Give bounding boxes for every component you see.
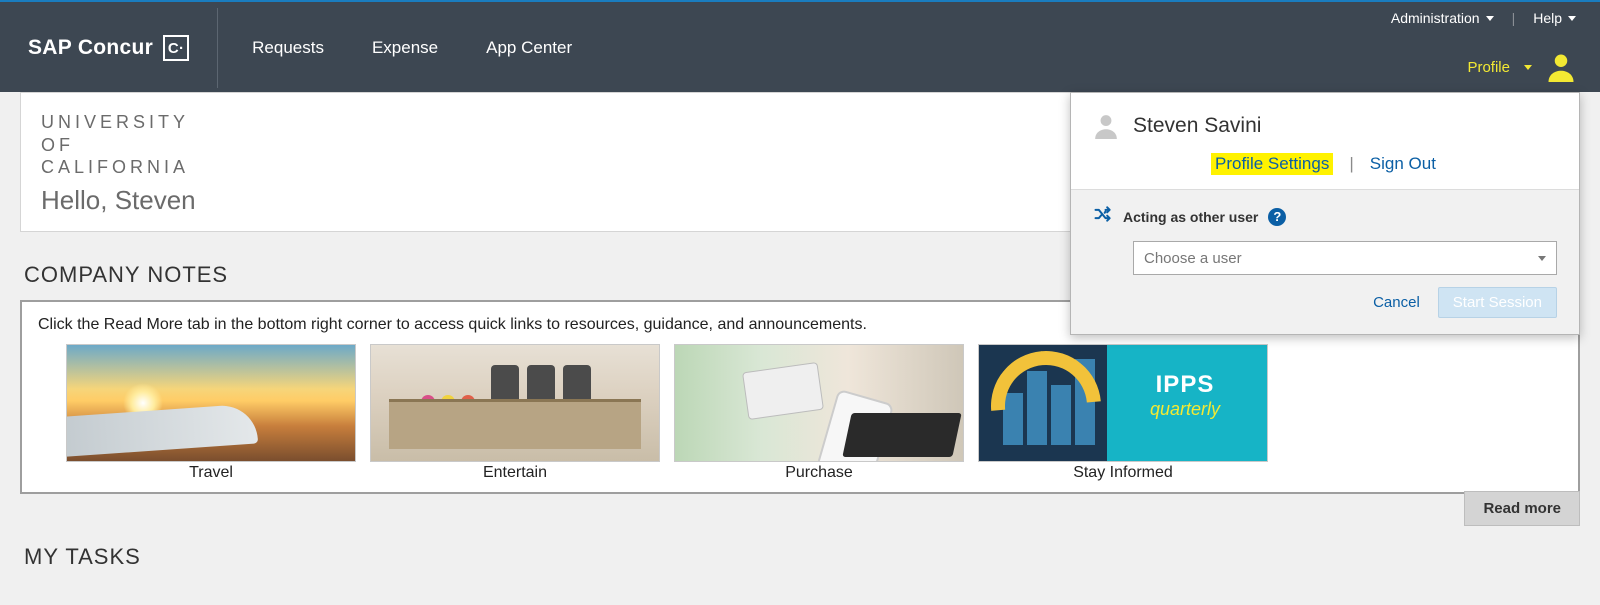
profile-trigger[interactable]: Profile	[1467, 52, 1576, 82]
shuffle-icon	[1093, 204, 1113, 229]
profile-dropdown-header: Steven Savini Profile Settings | Sign Ou…	[1071, 93, 1579, 189]
acting-as-header: Acting as other user ?	[1093, 204, 1557, 229]
chevron-down-icon	[1568, 16, 1576, 21]
hero-greeting: UNIVERSITY OF CALIFORNIA Hello, Steven	[21, 93, 1129, 231]
cancel-button[interactable]: Cancel	[1373, 294, 1420, 311]
help-menu[interactable]: Help	[1533, 10, 1576, 26]
tile-stay-informed[interactable]: IPPS quarterly Stay Informed	[978, 344, 1268, 482]
tile-entertain[interactable]: Entertain	[370, 344, 660, 482]
separator: |	[1512, 10, 1516, 26]
tile-image: IPPS quarterly	[978, 344, 1268, 462]
user-avatar-icon	[1093, 113, 1119, 139]
brand[interactable]: SAP Concur C·	[0, 19, 217, 77]
chevron-down-icon	[1538, 256, 1546, 261]
read-more-button[interactable]: Read more	[1464, 491, 1580, 526]
profile-links: Profile Settings | Sign Out	[1093, 153, 1557, 175]
user-avatar-icon	[1546, 52, 1576, 82]
brand-logo-icon: C·	[163, 35, 189, 61]
acting-as-label: Acting as other user	[1123, 209, 1258, 225]
tile-travel[interactable]: Travel	[66, 344, 356, 482]
tile-label: Stay Informed	[978, 464, 1268, 482]
nav-expense[interactable]: Expense	[372, 38, 438, 58]
administration-label: Administration	[1391, 10, 1480, 26]
sign-out-link[interactable]: Sign Out	[1370, 154, 1436, 174]
my-tasks-heading: MY TASKS	[24, 544, 1580, 570]
chevron-down-icon	[1524, 65, 1532, 70]
primary-nav: Requests Expense App Center	[224, 38, 572, 58]
start-session-button[interactable]: Start Session	[1438, 287, 1557, 318]
top-bar: Administration | Help SAP Concur C· Requ…	[0, 0, 1600, 92]
greeting-text: Hello, Steven	[41, 185, 1105, 216]
choose-user-placeholder: Choose a user	[1144, 250, 1242, 267]
brand-text: SAP Concur	[28, 36, 153, 60]
acting-as-section: Acting as other user ? Choose a user Can…	[1071, 189, 1579, 334]
nav-app-center[interactable]: App Center	[486, 38, 572, 58]
ipps-subtitle: quarterly	[1111, 399, 1259, 420]
separator: |	[1349, 154, 1353, 174]
profile-settings-link[interactable]: Profile Settings	[1211, 153, 1333, 175]
tiles-row: Travel Entertain Purchase	[38, 344, 1562, 482]
administration-menu[interactable]: Administration	[1391, 10, 1494, 26]
tile-label: Purchase	[674, 464, 964, 482]
org-line: OF	[41, 134, 1105, 157]
tile-image	[66, 344, 356, 462]
org-line: CALIFORNIA	[41, 156, 1105, 179]
org-name: UNIVERSITY OF CALIFORNIA	[41, 111, 1105, 179]
choose-user-select[interactable]: Choose a user	[1133, 241, 1557, 275]
help-icon[interactable]: ?	[1268, 208, 1286, 226]
nav-separator	[217, 8, 218, 88]
profile-user-name: Steven Savini	[1133, 114, 1261, 138]
tile-purchase[interactable]: Purchase	[674, 344, 964, 482]
ipps-title: IPPS	[1111, 371, 1259, 399]
profile-user-row: Steven Savini	[1093, 113, 1557, 139]
help-label: Help	[1533, 10, 1562, 26]
tile-image	[370, 344, 660, 462]
org-line: UNIVERSITY	[41, 111, 1105, 134]
nav-requests[interactable]: Requests	[252, 38, 324, 58]
acting-as-buttons: Cancel Start Session	[1093, 287, 1557, 318]
tile-label: Travel	[66, 464, 356, 482]
profile-dropdown: Steven Savini Profile Settings | Sign Ou…	[1070, 92, 1580, 335]
tile-image	[674, 344, 964, 462]
profile-label: Profile	[1467, 59, 1510, 76]
utility-nav: Administration | Help	[1391, 10, 1576, 26]
chevron-down-icon	[1486, 16, 1494, 21]
tile-label: Entertain	[370, 464, 660, 482]
brand-row: SAP Concur C· Requests Expense App Cente…	[0, 2, 1600, 94]
